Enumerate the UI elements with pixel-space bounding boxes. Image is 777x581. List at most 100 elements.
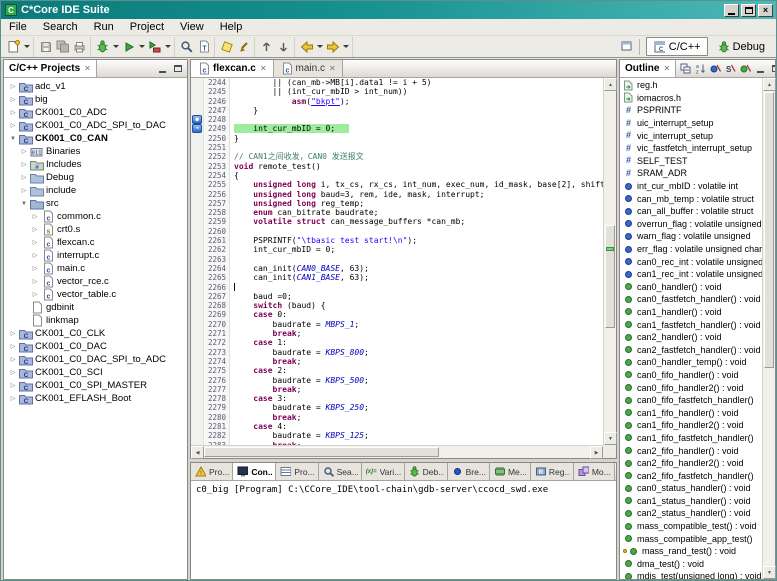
code-line-2274[interactable]: 2274 break; — [191, 357, 603, 366]
expand-icon[interactable]: ▷ — [19, 187, 29, 194]
code-text[interactable]: int_cur_mbID = 0; — [230, 124, 603, 133]
menu-project[interactable]: Project — [122, 20, 172, 34]
overview-annotation-mark[interactable] — [606, 247, 614, 251]
outline-item[interactable]: iomacros.h — [620, 92, 762, 105]
expand-icon[interactable]: ▷ — [8, 330, 18, 337]
code-line-2273[interactable]: 2273 baudrate = KBPS_800; — [191, 348, 603, 357]
tree-item-main.c[interactable]: ▷cmain.c — [4, 262, 187, 275]
code-text[interactable]: case 0: — [230, 310, 603, 319]
scrollbar-thumb[interactable] — [764, 92, 774, 368]
tab-search[interactable]: Sea... — [319, 463, 362, 480]
code-text[interactable]: unsigned long reg_temp; — [230, 199, 603, 208]
next-annotation-icon[interactable] — [275, 38, 292, 56]
outline-item[interactable]: dma_test() : void — [620, 558, 762, 571]
outline-item[interactable]: #uic_interrupt_setup — [620, 117, 762, 130]
new-icon[interactable] — [5, 38, 22, 56]
code-text[interactable]: break; — [230, 329, 603, 338]
tab-properties[interactable]: Pro... — [276, 463, 318, 480]
annotation-ruler[interactable] — [191, 273, 204, 282]
maximize-button[interactable] — [741, 4, 756, 17]
code-text[interactable]: enum can_bitrate baudrate; — [230, 208, 603, 217]
outline-item[interactable]: int_cur_mbID : volatile int — [620, 180, 762, 193]
annotation-ruler[interactable] — [191, 385, 204, 394]
tree-item-crt0.s[interactable]: ▷scrt0.s — [4, 223, 187, 236]
menu-run[interactable]: Run — [86, 20, 122, 34]
expand-icon[interactable]: ▷ — [19, 174, 29, 181]
open-perspective-icon[interactable]: + — [620, 40, 633, 53]
menu-file[interactable]: File — [1, 20, 35, 34]
save-icon[interactable] — [37, 38, 54, 56]
annotation-ruler[interactable] — [191, 245, 204, 254]
outline-item[interactable]: warn_flag : volatile unsigned — [620, 230, 762, 243]
annotation-ruler[interactable] — [191, 329, 204, 338]
annotation-ruler[interactable] — [191, 162, 204, 171]
code-line-2253[interactable]: 2253void remote_test() — [191, 162, 603, 171]
dropdown-icon[interactable] — [315, 38, 324, 56]
annotation-ruler[interactable] — [191, 422, 204, 431]
code-text[interactable]: can_init(CAN0_BASE, 63); — [230, 264, 603, 273]
collapse-icon[interactable]: ▼ — [8, 136, 18, 142]
close-icon[interactable]: ✕ — [328, 64, 336, 73]
code-text[interactable]: } — [230, 134, 603, 143]
outline-item[interactable]: can2_fastfetch_handler() : void — [620, 343, 762, 356]
code-text[interactable]: baudrate = MBPS_1; — [230, 320, 603, 329]
code-line-2275[interactable]: 2275 case 2: — [191, 366, 603, 375]
tree-item-flexcan.c[interactable]: ▷cflexcan.c — [4, 236, 187, 249]
annotation-ruler[interactable] — [191, 348, 204, 357]
outline-item[interactable]: mass_compatible_app_test() — [620, 532, 762, 545]
tree-item-vector_rce.c[interactable]: ▷cvector_rce.c — [4, 275, 187, 288]
code-line-2246[interactable]: 2246 asm("bkpt"); — [191, 97, 603, 106]
save-all-icon[interactable] — [54, 38, 71, 56]
annotation-ruler[interactable] — [191, 283, 204, 292]
close-button[interactable]: × — [758, 4, 773, 17]
outline-item[interactable]: can0_fastfetch_handler() : void — [620, 293, 762, 306]
code-text[interactable] — [230, 115, 603, 124]
run-icon[interactable] — [120, 38, 137, 56]
outline-item[interactable]: can2_fifo_handler2() : void — [620, 457, 762, 470]
dropdown-icon[interactable] — [22, 38, 31, 56]
code-line-2250[interactable]: 2250} — [191, 134, 603, 143]
tree-item-gdbinit[interactable]: gdbinit — [4, 301, 187, 314]
code-line-2264[interactable]: 2264 can_init(CAN0_BASE, 63); — [191, 264, 603, 273]
scroll-down-icon[interactable]: ▼ — [763, 566, 776, 579]
annotation-ruler[interactable] — [191, 310, 204, 319]
tab-problems[interactable]: !Pro... — [191, 463, 233, 480]
close-icon[interactable]: ✕ — [662, 64, 670, 73]
outline-item[interactable]: can1_handler() : void — [620, 306, 762, 319]
expand-icon[interactable]: ▷ — [30, 226, 40, 233]
annotation-ruler[interactable] — [191, 199, 204, 208]
outline-item[interactable]: can_mb_temp : volatile struct — [620, 192, 762, 205]
outline-item[interactable]: can1_fastfetch_handler() : void — [620, 318, 762, 331]
annotation-ruler[interactable] — [191, 236, 204, 245]
dropdown-icon[interactable] — [111, 38, 120, 56]
annotation-ruler[interactable] — [191, 366, 204, 375]
outline-item[interactable]: can0_fifo_handler2() : void — [620, 381, 762, 394]
code-text[interactable]: volatile struct can_message_buffers *can… — [230, 217, 603, 226]
menu-search[interactable]: Search — [35, 20, 86, 34]
annotation-ruler[interactable] — [191, 264, 204, 273]
code-line-2245[interactable]: 2245 || (int_cur_mbID > int_num)) — [191, 87, 603, 96]
code-text[interactable]: break; — [230, 385, 603, 394]
expand-icon[interactable]: ▷ — [8, 343, 18, 350]
code-line-2269[interactable]: 2269 case 0: — [191, 310, 603, 319]
menu-help[interactable]: Help — [212, 20, 251, 34]
annotation-ruler[interactable] — [191, 134, 204, 143]
scroll-right-icon[interactable]: ▶ — [590, 446, 603, 459]
annotation-ruler[interactable] — [191, 87, 204, 96]
outline-item[interactable]: can2_status_handler() : void — [620, 507, 762, 520]
tree-item-common.c[interactable]: ▷ccommon.c — [4, 210, 187, 223]
code-text[interactable]: unsigned long i, tx_cs, rx_cs, int_num, … — [230, 180, 603, 189]
code-line-2256[interactable]: 2256 unsigned long baud=3, rem, ide, mas… — [191, 190, 603, 199]
annotation-ruler[interactable] — [191, 394, 204, 403]
code-text[interactable]: asm("bkpt"); — [230, 97, 603, 106]
code-text[interactable]: baudrate = KBPS_250; — [230, 403, 603, 412]
code-text[interactable] — [230, 143, 603, 152]
last-edit-icon[interactable] — [235, 38, 252, 56]
code-line-2249[interactable]: ➜2249 int_cur_mbID = 0; — [191, 124, 603, 133]
expand-icon[interactable]: ▷ — [8, 109, 18, 116]
expand-icon[interactable]: ▷ — [8, 122, 18, 129]
expand-icon[interactable]: ▷ — [30, 213, 40, 220]
hide-static-icon[interactable]: S — [724, 62, 737, 75]
expand-icon[interactable]: ▷ — [8, 382, 18, 389]
code-text[interactable]: case 1: — [230, 338, 603, 347]
